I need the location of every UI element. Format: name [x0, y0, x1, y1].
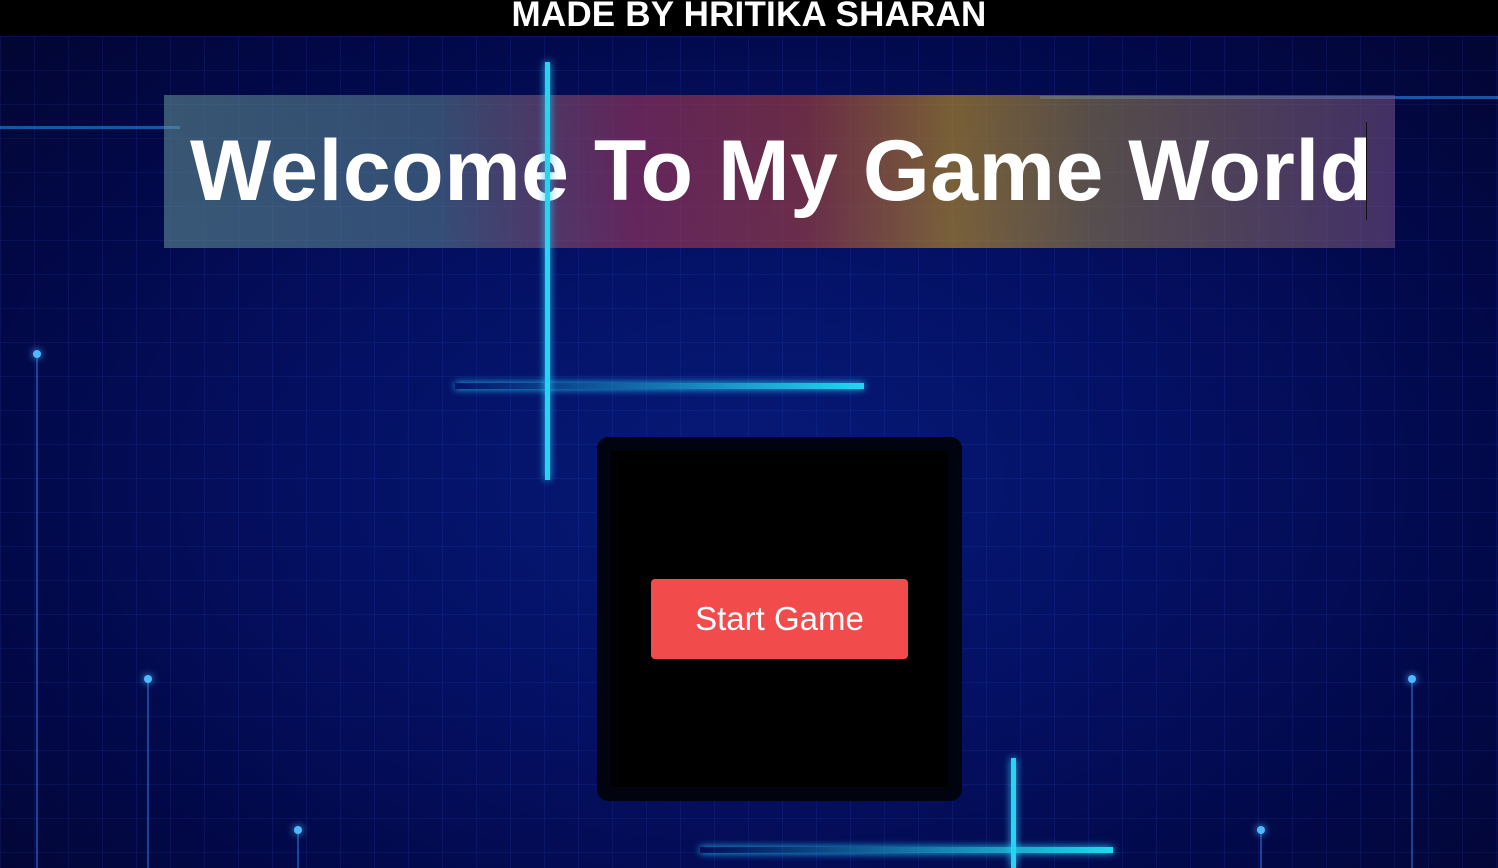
page-title: Welcome To My Game World — [190, 123, 1373, 219]
circuit-node-2 — [144, 675, 152, 683]
circuit-trace-right-2 — [1260, 830, 1262, 868]
author-banner: MADE BY HRITIKA SHARAN — [0, 0, 1498, 36]
circuit-corner-top-right — [1040, 36, 1498, 99]
circuit-trace-left — [36, 355, 38, 868]
neon-line-horizontal-2 — [700, 847, 1113, 853]
circuit-node-3 — [1408, 675, 1416, 683]
neon-line-vertical-1 — [545, 62, 550, 480]
text-caret — [1366, 122, 1367, 220]
start-game-button[interactable]: Start Game — [651, 579, 908, 659]
circuit-trace-left-3 — [297, 830, 299, 868]
circuit-node-4 — [294, 826, 302, 834]
circuit-node-5 — [1257, 826, 1265, 834]
neon-line-horizontal-1 — [455, 383, 864, 389]
circuit-corner-top-left — [0, 36, 180, 129]
circuit-trace-right — [1411, 680, 1413, 868]
circuit-trace-left-2 — [147, 680, 149, 868]
circuit-node-1 — [33, 350, 41, 358]
